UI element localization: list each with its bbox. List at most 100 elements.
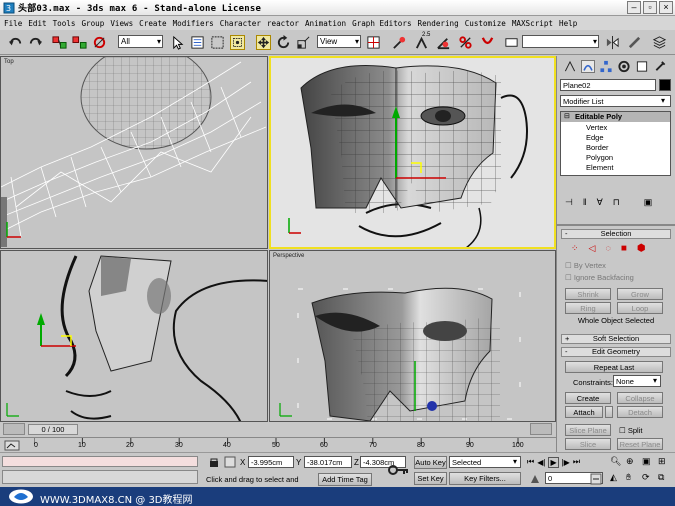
select-by-name-icon[interactable]	[190, 35, 205, 50]
element-mode-icon[interactable]: ⬢	[637, 243, 646, 254]
select-and-rotate-icon[interactable]	[276, 35, 291, 50]
time-configuration-icon[interactable]	[590, 473, 602, 485]
menu-customize[interactable]: Customize	[465, 19, 506, 28]
reference-coordinate-dropdown[interactable]: View	[317, 35, 361, 48]
key-icon[interactable]	[388, 463, 410, 477]
selection-rollout-header[interactable]: - Selection	[561, 229, 671, 239]
arc-rotate-icon[interactable]: ⟳	[642, 472, 656, 486]
collapse-button[interactable]: Collapse	[617, 392, 663, 404]
time-slider[interactable]: 0 / 100	[28, 424, 78, 435]
make-unique-icon[interactable]: ∀	[597, 197, 603, 208]
modifier-list-dropdown[interactable]: Modifier List	[560, 95, 671, 107]
object-color-swatch[interactable]	[659, 79, 671, 91]
grow-button[interactable]: Grow	[617, 288, 663, 300]
zoom-extents-all-icon[interactable]: ⊞	[658, 456, 672, 470]
maxscript-listener-mini[interactable]	[2, 456, 198, 467]
pan-icon[interactable]: ✋︎	[626, 472, 640, 486]
menu-edit[interactable]: Edit	[28, 19, 46, 28]
attach-button[interactable]: Attach	[565, 406, 603, 418]
unlink-selection-icon[interactable]	[72, 35, 87, 50]
set-key-button[interactable]: Set Key	[414, 472, 447, 485]
previous-key-icon[interactable]: ◀|	[537, 458, 545, 467]
redo-icon[interactable]	[28, 35, 43, 50]
menu-help[interactable]: Help	[559, 19, 577, 28]
select-and-link-icon[interactable]	[52, 35, 67, 50]
menu-file[interactable]: File	[4, 19, 22, 28]
menu-views[interactable]: Views	[110, 19, 133, 28]
next-frame-button[interactable]	[530, 423, 552, 435]
border-mode-icon[interactable]: ◌	[605, 243, 610, 253]
repeat-last-button[interactable]: Repeat Last	[565, 361, 663, 373]
stack-item-polygon[interactable]: Polygon	[586, 153, 613, 162]
mirror-icon[interactable]	[605, 35, 620, 50]
window-crossing-icon[interactable]	[230, 35, 245, 50]
soft-selection-rollout-header[interactable]: + Soft Selection	[561, 334, 671, 344]
zoom-icon[interactable]: 🔍︎	[610, 456, 624, 470]
rectangular-selection-icon[interactable]	[210, 35, 225, 50]
named-selection-icon[interactable]	[504, 35, 519, 50]
maximize-icon[interactable]: ▫	[643, 1, 657, 14]
track-bar[interactable]: 0 10 20 30 40 50 60 70 80 90 100	[0, 437, 556, 452]
maximize-viewport-icon[interactable]: ⧉	[658, 472, 672, 486]
reset-plane-button[interactable]: Reset Plane	[617, 438, 663, 450]
menu-reactor[interactable]: reactor	[267, 19, 299, 28]
motion-tab-icon[interactable]	[617, 60, 631, 73]
zoom-extents-icon[interactable]: ▣	[642, 456, 656, 470]
stack-item-vertex[interactable]: Vertex	[586, 123, 607, 132]
x-coord-field[interactable]: -3.995cm	[248, 456, 294, 468]
configure-sets-icon[interactable]: ▣	[644, 197, 653, 208]
slice-button[interactable]: Slice	[565, 438, 611, 450]
viewport-top-label[interactable]: Top	[4, 59, 14, 65]
key-mode-dropdown[interactable]: Selected	[449, 456, 521, 468]
hierarchy-tab-icon[interactable]	[599, 60, 613, 73]
viewport-left[interactable]	[0, 250, 268, 422]
slice-plane-button[interactable]: Slice Plane	[565, 424, 611, 436]
go-to-start-icon[interactable]: ⏮	[527, 457, 534, 467]
create-button[interactable]: Create	[565, 392, 611, 404]
polygon-mode-icon[interactable]: ■	[621, 243, 627, 254]
by-vertex-checkbox[interactable]: ☐ By Vertex	[565, 261, 606, 270]
menu-group[interactable]: Group	[81, 19, 104, 28]
viewport-top[interactable]: Top	[0, 56, 268, 249]
menu-maxscript[interactable]: MAXScript	[512, 19, 553, 28]
field-of-view-icon[interactable]: ◭	[610, 472, 624, 486]
stack-item-element[interactable]: Element	[586, 163, 614, 172]
object-name-field[interactable]: Plane02	[560, 79, 656, 91]
undo-icon[interactable]	[8, 35, 23, 50]
viewport-perspective[interactable]: Perspective	[269, 250, 556, 422]
ignore-backfacing-checkbox[interactable]: ☐ Ignore Backfacing	[565, 273, 634, 282]
percent-snap-icon[interactable]	[458, 35, 473, 50]
display-tab-icon[interactable]	[635, 60, 649, 73]
zoom-all-icon[interactable]: ⊕	[626, 456, 640, 470]
menu-modifiers[interactable]: Modifiers	[173, 19, 214, 28]
select-object-icon[interactable]	[170, 35, 185, 50]
attach-list-button[interactable]	[605, 406, 613, 418]
vertex-mode-icon[interactable]: ⁘	[571, 243, 579, 254]
stack-item-border[interactable]: Border	[586, 143, 609, 152]
split-checkbox[interactable]: ☐ Split	[619, 426, 642, 435]
mini-curve-editor-icon[interactable]	[4, 440, 20, 451]
play-icon[interactable]: ▶	[548, 456, 559, 468]
close-icon[interactable]: ×	[659, 1, 673, 14]
select-and-scale-icon[interactable]	[296, 35, 311, 50]
select-and-move-icon[interactable]	[256, 35, 271, 50]
key-mode-toggle-icon[interactable]	[529, 473, 541, 485]
next-key-icon[interactable]: |▶	[562, 458, 570, 467]
y-coord-field[interactable]: -38.017cm	[304, 456, 352, 468]
absolute-mode-icon[interactable]	[224, 456, 236, 468]
menu-create[interactable]: Create	[139, 19, 166, 28]
angle-snap-icon[interactable]	[436, 35, 451, 50]
layer-manager-icon[interactable]	[652, 35, 667, 50]
utilities-tab-icon[interactable]	[653, 60, 667, 73]
viewport-front-active[interactable]	[269, 56, 556, 249]
lock-selection-icon[interactable]	[208, 457, 220, 467]
auto-key-button[interactable]: Auto Key	[414, 456, 447, 469]
menu-character[interactable]: Character	[220, 19, 261, 28]
viewport-perspective-label[interactable]: Perspective	[273, 253, 304, 259]
stack-item-editable-poly[interactable]: ⊟ Editable Poly	[561, 112, 670, 122]
align-icon[interactable]	[627, 35, 642, 50]
edit-geometry-rollout-header[interactable]: - Edit Geometry	[561, 347, 671, 357]
select-and-manipulate-icon[interactable]	[392, 35, 407, 50]
loop-button[interactable]: Loop	[617, 302, 663, 314]
bind-space-warp-icon[interactable]	[92, 35, 107, 50]
